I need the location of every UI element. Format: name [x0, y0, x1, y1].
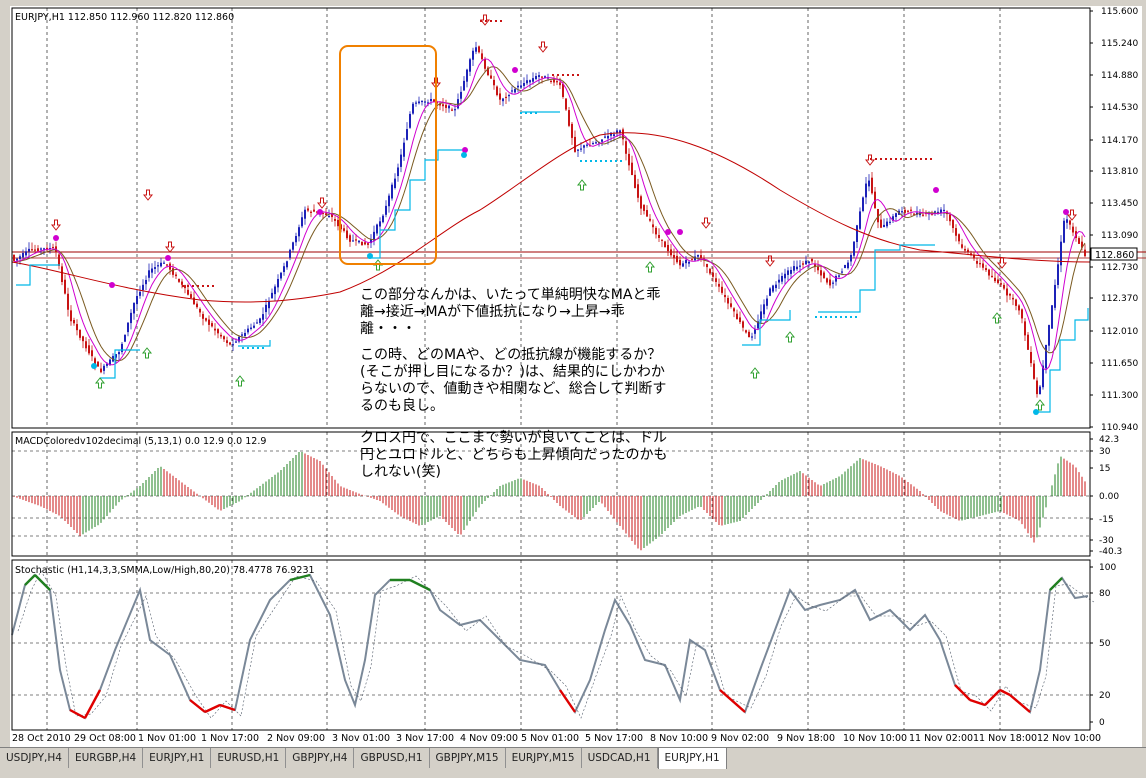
axis-tick-label: 115.600: [1101, 7, 1138, 17]
chart-tab[interactable]: USDCAD,H1: [582, 748, 658, 768]
time-tick-label: 2 Nov 09:00: [267, 733, 325, 744]
time-tick-label: 12 Nov 10:00: [1037, 733, 1101, 744]
time-tick-label: 29 Oct 08:00: [74, 733, 136, 744]
chart-tab[interactable]: GBPUSD,H1: [354, 748, 430, 768]
axis-tick-label: 0.00: [1099, 492, 1119, 502]
axis-tick-label: 15: [1099, 464, 1110, 474]
chart-tab[interactable]: GBPJPY,M15: [430, 748, 506, 768]
axis-tick-label: 115.240: [1101, 39, 1138, 49]
time-tick-label: 11 Nov 02:00: [909, 733, 973, 744]
time-tick-label: 9 Nov 02:00: [711, 733, 769, 744]
axis-tick-label: 112.010: [1101, 327, 1138, 337]
annotation-text-1: この部分なんかは、いたって単純明快なMAと乖離→接近→MAが下値抵抗になり→上昇…: [360, 287, 661, 337]
axis-tick-label: -15: [1099, 515, 1114, 525]
axis-tick-label: 113.810: [1101, 167, 1138, 177]
trading-terminal: EURJPY,H1 112.850 112.960 112.820 112.86…: [0, 0, 1146, 778]
time-tick-label: 3 Nov 01:00: [332, 733, 390, 744]
main-chart-label: EURJPY,H1 112.850 112.960 112.820 112.86…: [15, 12, 234, 23]
chart-tab-bar: USDJPY,H4 EURGBP,H4 EURJPY,H1 EURUSD,H1 GBPJ…: [0, 747, 1146, 770]
axis-tick-label: 114.170: [1101, 136, 1138, 146]
axis-tick-label: 100: [1099, 563, 1116, 573]
axis-tick-label: 20: [1099, 691, 1111, 701]
annotation-text-2: この時、どのMAや、どの抵抗線が機能するか？(そこが押し目になるか？)は、結果的…: [360, 347, 667, 414]
axis-tick-label: 113.450: [1101, 199, 1138, 209]
chart-tab[interactable]: EURUSD,H1: [211, 748, 287, 768]
time-tick-label: 4 Nov 09:00: [460, 733, 518, 744]
time-tick-label: 8 Nov 10:00: [650, 733, 708, 744]
macd-label: MACDColoredv102decimal (5,13,1) 0.0 12.9…: [15, 436, 266, 447]
chart-tab[interactable]: USDJPY,H4: [0, 748, 69, 768]
axis-tick-label: 114.880: [1101, 71, 1138, 81]
chart-tab[interactable]: EURGBP,H4: [69, 748, 144, 768]
time-tick-label: 1 Nov 17:00: [201, 733, 259, 744]
time-tick-label: 11 Nov 18:00: [973, 733, 1037, 744]
axis-tick-label: -40.3: [1099, 547, 1122, 557]
axis-tick-label: -30: [1099, 536, 1114, 546]
time-tick-label: 9 Nov 18:00: [777, 733, 835, 744]
time-tick-label: 28 Oct 2010: [12, 733, 71, 744]
time-tick-label: 1 Nov 01:00: [138, 733, 196, 744]
axis-tick-label: 113.090: [1101, 231, 1138, 241]
time-axis: 28 Oct 2010 29 Oct 08:00 1 Nov 01:00 1 Nov …: [12, 733, 1101, 744]
axis-tick-label: 112.370: [1101, 294, 1138, 304]
annotation-text-3: クロス円で、ここまで勢いが良いてことは、ドル円とユロドルと、どちらも上昇傾向だっ…: [360, 430, 668, 480]
axis-tick-label: 0: [1099, 718, 1105, 728]
axis-tick-label: 80: [1099, 589, 1111, 599]
time-tick-label: 10 Nov 10:00: [843, 733, 907, 744]
axis-tick-label: 112.730: [1101, 263, 1138, 273]
axis-tick-label: 30: [1099, 447, 1111, 457]
stochastic-label: Stochastic (H1,14,3,3,SMMA,Low/High,80,2…: [15, 565, 315, 576]
time-tick-label: 3 Nov 17:00: [396, 733, 454, 744]
axis-tick-label: 114.530: [1101, 103, 1138, 113]
time-tick-label: 5 Nov 01:00: [521, 733, 579, 744]
axis-tick-label: 111.300: [1101, 391, 1138, 401]
axis-tick-label: 110.940: [1101, 423, 1138, 433]
time-tick-label: 5 Nov 17:00: [585, 733, 643, 744]
current-price-label: 112.860: [1095, 250, 1134, 261]
axis-tick-label: 50: [1099, 639, 1111, 649]
status-bar: [0, 769, 1146, 778]
chart-tab[interactable]: GBPJPY,H4: [286, 748, 355, 768]
axis-tick-label: 42.3: [1099, 435, 1119, 445]
chart-tab[interactable]: EURJPY,M15: [506, 748, 582, 768]
chart-tab[interactable]: EURJPY,H1: [657, 748, 727, 770]
axis-tick-label: 111.650: [1101, 359, 1138, 369]
chart-tab[interactable]: EURJPY,H1: [143, 748, 212, 768]
